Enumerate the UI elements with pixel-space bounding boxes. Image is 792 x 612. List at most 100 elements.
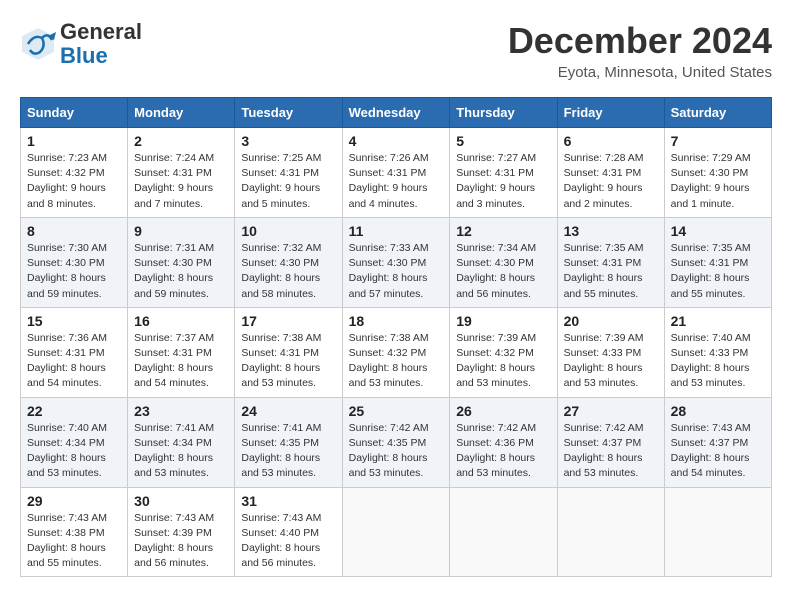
logo: General Blue [20, 20, 142, 68]
day-info: Sunrise: 7:42 AMSunset: 4:36 PMDaylight:… [456, 421, 550, 482]
calendar-cell: 14 Sunrise: 7:35 AMSunset: 4:31 PMDayligh… [664, 217, 771, 307]
day-number: 22 [27, 403, 121, 419]
day-info: Sunrise: 7:32 AMSunset: 4:30 PMDaylight:… [241, 241, 335, 302]
day-number: 10 [241, 223, 335, 239]
logo-icon [20, 26, 56, 62]
calendar-cell: 25 Sunrise: 7:42 AMSunset: 4:35 PMDayligh… [342, 397, 450, 487]
calendar-week-3: 15 Sunrise: 7:36 AMSunset: 4:31 PMDayligh… [21, 307, 772, 397]
calendar-cell: 18 Sunrise: 7:38 AMSunset: 4:32 PMDayligh… [342, 307, 450, 397]
title-block: December 2024 Eyota, Minnesota, United S… [508, 20, 772, 81]
month-title: December 2024 [508, 20, 772, 62]
logo-blue: Blue [60, 43, 108, 68]
weekday-header-wednesday: Wednesday [342, 98, 450, 128]
day-number: 13 [564, 223, 658, 239]
day-info: Sunrise: 7:35 AMSunset: 4:31 PMDaylight:… [564, 241, 658, 302]
calendar-cell: 20Sunrise: 7:39 AMSunset: 4:33 PMDayligh… [557, 307, 664, 397]
day-info: Sunrise: 7:38 AMSunset: 4:32 PMDaylight:… [349, 331, 444, 392]
weekday-header-saturday: Saturday [664, 98, 771, 128]
day-number: 20 [564, 313, 658, 329]
day-number: 28 [671, 403, 765, 419]
calendar-cell: 24 Sunrise: 7:41 AMSunset: 4:35 PMDayligh… [235, 397, 342, 487]
calendar-table: SundayMondayTuesdayWednesdayThursdayFrid… [20, 97, 772, 577]
day-info: Sunrise: 7:36 AMSunset: 4:31 PMDaylight:… [27, 331, 121, 392]
calendar-week-2: 8Sunrise: 7:30 AMSunset: 4:30 PMDaylight… [21, 217, 772, 307]
day-info: Sunrise: 7:40 AMSunset: 4:33 PMDaylight:… [671, 331, 765, 392]
day-number: 18 [349, 313, 444, 329]
calendar-cell: 7Sunrise: 7:29 AMSunset: 4:30 PMDaylight… [664, 128, 771, 218]
day-info: Sunrise: 7:25 AMSunset: 4:31 PMDaylight:… [241, 151, 335, 212]
calendar-cell: 11 Sunrise: 7:33 AMSunset: 4:30 PMDayligh… [342, 217, 450, 307]
day-number: 24 [241, 403, 335, 419]
calendar-cell: 30Sunrise: 7:43 AMSunset: 4:39 PMDayligh… [128, 487, 235, 577]
calendar-cell [664, 487, 771, 577]
calendar-cell: 19 Sunrise: 7:39 AMSunset: 4:32 PMDayligh… [450, 307, 557, 397]
day-number: 2 [134, 133, 228, 149]
calendar-header: SundayMondayTuesdayWednesdayThursdayFrid… [21, 98, 772, 128]
calendar-cell: 31 Sunrise: 7:43 AMSunset: 4:40 PMDayligh… [235, 487, 342, 577]
day-number: 11 [349, 223, 444, 239]
calendar-week-1: 1 Sunrise: 7:23 AMSunset: 4:32 PMDaylight… [21, 128, 772, 218]
day-info: Sunrise: 7:39 AMSunset: 4:32 PMDaylight:… [456, 331, 550, 392]
day-number: 14 [671, 223, 765, 239]
calendar-cell: 15 Sunrise: 7:36 AMSunset: 4:31 PMDayligh… [21, 307, 128, 397]
calendar-cell: 28 Sunrise: 7:43 AMSunset: 4:37 PMDayligh… [664, 397, 771, 487]
day-number: 27 [564, 403, 658, 419]
calendar-cell: 16 Sunrise: 7:37 AMSunset: 4:31 PMDayligh… [128, 307, 235, 397]
day-info: Sunrise: 7:28 AMSunset: 4:31 PMDaylight:… [564, 151, 658, 212]
calendar-cell: 13 Sunrise: 7:35 AMSunset: 4:31 PMDayligh… [557, 217, 664, 307]
day-number: 25 [349, 403, 444, 419]
day-number: 1 [27, 133, 121, 149]
calendar-cell: 26 Sunrise: 7:42 AMSunset: 4:36 PMDayligh… [450, 397, 557, 487]
day-info: Sunrise: 7:34 AMSunset: 4:30 PMDaylight:… [456, 241, 550, 302]
day-number: 23 [134, 403, 228, 419]
weekday-header-monday: Monday [128, 98, 235, 128]
day-info: Sunrise: 7:41 AMSunset: 4:34 PMDaylight:… [134, 421, 228, 482]
day-info: Sunrise: 7:43 AMSunset: 4:37 PMDaylight:… [671, 421, 765, 482]
calendar-week-4: 22 Sunrise: 7:40 AMSunset: 4:34 PMDayligh… [21, 397, 772, 487]
day-info: Sunrise: 7:29 AMSunset: 4:30 PMDaylight:… [671, 151, 765, 212]
calendar-cell [557, 487, 664, 577]
calendar-week-5: 29 Sunrise: 7:43 AMSunset: 4:38 PMDayligh… [21, 487, 772, 577]
weekday-header-tuesday: Tuesday [235, 98, 342, 128]
day-number: 4 [349, 133, 444, 149]
day-info: Sunrise: 7:37 AMSunset: 4:31 PMDaylight:… [134, 331, 228, 392]
day-number: 31 [241, 493, 335, 509]
calendar-cell: 17 Sunrise: 7:38 AMSunset: 4:31 PMDayligh… [235, 307, 342, 397]
day-info: Sunrise: 7:33 AMSunset: 4:30 PMDaylight:… [349, 241, 444, 302]
calendar-cell: 8Sunrise: 7:30 AMSunset: 4:30 PMDaylight… [21, 217, 128, 307]
day-info: Sunrise: 7:41 AMSunset: 4:35 PMDaylight:… [241, 421, 335, 482]
day-info: Sunrise: 7:31 AMSunset: 4:30 PMDaylight:… [134, 241, 228, 302]
calendar-cell: 5Sunrise: 7:27 AMSunset: 4:31 PMDaylight… [450, 128, 557, 218]
weekday-header-thursday: Thursday [450, 98, 557, 128]
day-number: 16 [134, 313, 228, 329]
day-info: Sunrise: 7:43 AMSunset: 4:40 PMDaylight:… [241, 511, 335, 572]
calendar-cell: 22 Sunrise: 7:40 AMSunset: 4:34 PMDayligh… [21, 397, 128, 487]
day-info: Sunrise: 7:24 AMSunset: 4:31 PMDaylight:… [134, 151, 228, 212]
logo-text: General Blue [60, 20, 142, 68]
day-number: 26 [456, 403, 550, 419]
day-number: 15 [27, 313, 121, 329]
day-info: Sunrise: 7:43 AMSunset: 4:39 PMDaylight:… [134, 511, 228, 572]
day-info: Sunrise: 7:43 AMSunset: 4:38 PMDaylight:… [27, 511, 121, 572]
day-number: 29 [27, 493, 121, 509]
day-info: Sunrise: 7:23 AMSunset: 4:32 PMDaylight:… [27, 151, 121, 212]
calendar-cell [342, 487, 450, 577]
location: Eyota, Minnesota, United States [508, 64, 772, 81]
day-info: Sunrise: 7:38 AMSunset: 4:31 PMDaylight:… [241, 331, 335, 392]
day-number: 17 [241, 313, 335, 329]
day-info: Sunrise: 7:40 AMSunset: 4:34 PMDaylight:… [27, 421, 121, 482]
calendar-cell: 3 Sunrise: 7:25 AMSunset: 4:31 PMDaylight… [235, 128, 342, 218]
calendar-cell: 6Sunrise: 7:28 AMSunset: 4:31 PMDaylight… [557, 128, 664, 218]
calendar-cell: 2 Sunrise: 7:24 AMSunset: 4:31 PMDaylight… [128, 128, 235, 218]
day-number: 3 [241, 133, 335, 149]
day-number: 19 [456, 313, 550, 329]
calendar-cell: 1 Sunrise: 7:23 AMSunset: 4:32 PMDaylight… [21, 128, 128, 218]
day-number: 5 [456, 133, 550, 149]
calendar-cell: 23 Sunrise: 7:41 AMSunset: 4:34 PMDayligh… [128, 397, 235, 487]
calendar-cell: 12 Sunrise: 7:34 AMSunset: 4:30 PMDayligh… [450, 217, 557, 307]
day-number: 12 [456, 223, 550, 239]
day-info: Sunrise: 7:42 AMSunset: 4:35 PMDaylight:… [349, 421, 444, 482]
calendar-cell: 29 Sunrise: 7:43 AMSunset: 4:38 PMDayligh… [21, 487, 128, 577]
calendar-cell: 4Sunrise: 7:26 AMSunset: 4:31 PMDaylight… [342, 128, 450, 218]
day-info: Sunrise: 7:35 AMSunset: 4:31 PMDaylight:… [671, 241, 765, 302]
